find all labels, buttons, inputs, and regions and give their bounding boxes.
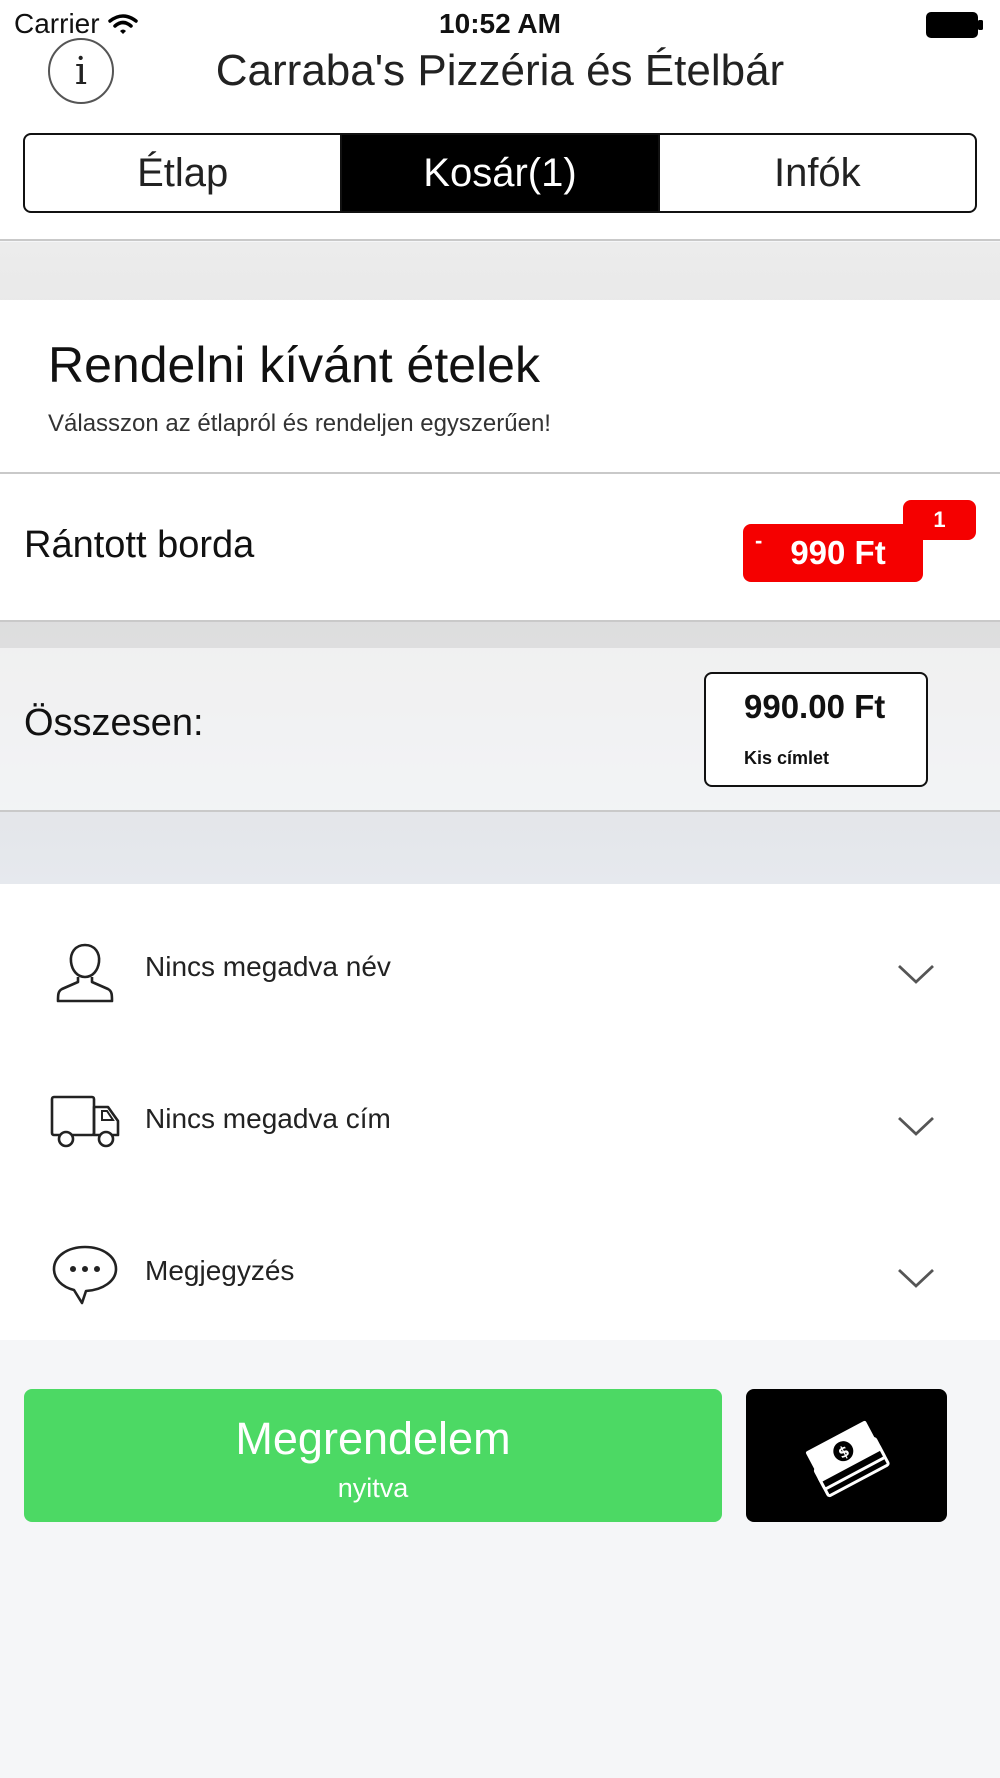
total-amount: 990.00 Ft xyxy=(744,688,886,725)
divider xyxy=(0,810,1000,812)
item-price-button[interactable]: - 990 Ft xyxy=(743,524,923,582)
name-row[interactable]: Nincs megadva név xyxy=(0,905,1000,1055)
payment-note: Kis címlet xyxy=(744,748,830,768)
divider xyxy=(0,620,1000,622)
total-box[interactable]: 990.00 Ft Kis címlet xyxy=(704,672,928,787)
battery-icon xyxy=(926,12,983,38)
name-label: Nincs megadva név xyxy=(145,951,391,982)
chevron-down-icon xyxy=(898,1116,934,1136)
tab-infok[interactable]: Infók xyxy=(660,135,975,211)
cart-item-name: Rántott borda xyxy=(24,524,255,566)
payment-method-button[interactable]: $ xyxy=(746,1389,947,1522)
status-bar: Carrier 10:52 AM xyxy=(0,0,1000,50)
page-title: Carraba's Pizzéria és Ételbár xyxy=(215,46,785,95)
order-button-label: Megrendelem xyxy=(235,1413,511,1464)
cart-subtitle: Válasszon az étlapról és rendeljen egysz… xyxy=(48,410,551,437)
order-button[interactable]: Megrendelem nyitva xyxy=(24,1389,722,1522)
item-price: 990 Ft xyxy=(790,534,886,571)
chevron-down-icon xyxy=(898,1268,934,1288)
chevron-down-icon xyxy=(898,964,934,984)
address-row[interactable]: Nincs megadva cím xyxy=(0,1057,1000,1207)
order-status-label: nyitva xyxy=(337,1473,409,1503)
tab-bar: Étlap Kosár(1) Infók xyxy=(23,133,977,213)
note-label: Megjegyzés xyxy=(145,1255,295,1286)
divider xyxy=(0,239,1000,241)
cart-title: Rendelni kívánt ételek xyxy=(48,337,540,393)
status-time: 10:52 AM xyxy=(439,8,561,39)
tab-etlap[interactable]: Étlap xyxy=(25,135,343,211)
note-row[interactable]: Megjegyzés xyxy=(0,1209,1000,1359)
user-icon xyxy=(56,943,114,1003)
tab-kosar[interactable]: Kosár(1) xyxy=(342,135,660,211)
cash-icon: $ xyxy=(805,1420,890,1497)
total-label: Összesen: xyxy=(24,702,204,744)
quantity-badge: 1 xyxy=(903,500,976,540)
address-label: Nincs megadva cím xyxy=(145,1103,391,1134)
truck-icon xyxy=(50,1095,120,1148)
speech-bubble-icon xyxy=(52,1245,118,1305)
